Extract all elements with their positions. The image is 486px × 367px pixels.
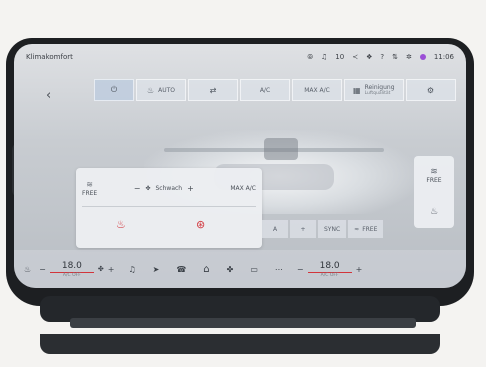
driver-temp-control: − 18.0 A/C OFF ✤ + — [39, 261, 114, 278]
home-icon[interactable]: ⌂ — [203, 264, 209, 275]
driver-temp-value: 18.0 — [61, 260, 82, 271]
fan-decrease-button[interactable]: − — [134, 184, 141, 193]
fan-controls: ≋ FREE − ✤ Schwach + MAX A/C — [82, 180, 256, 197]
passenger-panel: ≋ FREE ♨ — [414, 156, 454, 228]
settings-button[interactable]: ⚙ — [405, 79, 456, 101]
vent-trim — [40, 334, 440, 354]
recirculation-icon: ⇄ — [209, 85, 217, 95]
fan-icon: ✤ — [145, 185, 151, 192]
profile-avatar[interactable] — [419, 54, 426, 60]
fan-nav-icon[interactable]: ✤ — [227, 265, 234, 274]
car-icon[interactable]: ▭ — [250, 265, 258, 274]
clock: 11:06 — [433, 53, 454, 61]
auto-label: AUTO — [158, 86, 176, 94]
passenger-ac-status: A/C OFF — [320, 272, 339, 278]
status-bar: Klimakomfort ⦾ ♫ 10 ≺ ❖ ? ⇅ ✲ 11:06 — [14, 44, 466, 70]
help-icon: ? — [380, 53, 385, 61]
passenger-airflow-icon: ≋ — [430, 167, 438, 178]
navigation-icon[interactable]: ➤ — [153, 265, 160, 274]
passenger-temp-increase[interactable]: + — [356, 265, 363, 274]
volume-level: 10 — [335, 53, 345, 61]
bottom-climate-bar: ♨ − 18.0 A/C OFF ✤ + ♫ ➤ ☎ ⌂ ✤ ▭ ⋯ − 18.… — [14, 250, 466, 288]
page-title: Klimakomfort — [26, 53, 73, 61]
passenger-free-label: FREE — [426, 177, 442, 185]
settings-status-icon: ✲ — [405, 53, 412, 61]
status-icon: ⦾ — [307, 52, 313, 61]
power-button[interactable]: ⏻ — [94, 79, 134, 101]
secondary-control-row: A + SYNC ≈ FREE — [262, 220, 384, 238]
music-icon[interactable]: ♫ — [128, 265, 135, 274]
passenger-temp-control: − 18.0 A/C OFF + — [297, 261, 362, 278]
ac-button[interactable]: A/C — [240, 79, 290, 101]
max-ac-label: MAX A/C — [304, 86, 330, 94]
recirculation-button[interactable]: ⇄ — [188, 79, 238, 101]
air-quality-label: Luftqualität — [364, 91, 391, 96]
cleaning-icon: ▦ — [353, 85, 361, 95]
free-button[interactable]: ≋ FREE — [82, 180, 97, 197]
passenger-temp-value: 18.0 — [319, 260, 340, 271]
partial-button[interactable]: A — [262, 220, 288, 238]
signal-icon: ⇅ — [392, 53, 398, 61]
air-vent-slat[interactable] — [70, 318, 416, 328]
status-icons: ⦾ ♫ 10 ≺ ❖ ? ⇅ ✲ 11:06 — [307, 53, 454, 62]
nav-icons: ♫ ➤ ☎ ⌂ ✤ ▭ ⋯ — [128, 264, 282, 275]
passenger-seat-icon[interactable]: ♨ — [430, 207, 438, 217]
max-ac-panel-button[interactable]: MAX A/C — [230, 185, 256, 192]
cleaning-label: Reinigung — [364, 84, 395, 91]
fan-level-label: Schwach — [155, 185, 183, 192]
sync-label: SYNC — [324, 225, 341, 233]
power-icon: ⏻ — [110, 85, 118, 94]
ac-label: A/C — [259, 86, 271, 94]
add-label: + — [300, 225, 306, 233]
fan-speed-control: − ✤ Schwach + — [134, 184, 194, 193]
bluetooth-icon: ♫ — [320, 53, 328, 61]
back-chevron-icon[interactable]: ‹ — [46, 88, 51, 103]
free-mid-button[interactable]: ≈ FREE — [348, 220, 384, 238]
divider — [82, 206, 256, 207]
wave-icon: ≈ — [354, 225, 360, 233]
speaker-icon: ≺ — [352, 53, 359, 61]
steering-heat-icon[interactable]: ⊛ — [196, 218, 205, 231]
climate-tab-row: ⏻ ♨ AUTO ⇄ A/C MAX A/C ▦ Reinigung Luftq… — [94, 79, 456, 101]
driver-fan-icon: ✤ — [97, 265, 104, 273]
driver-ac-status: A/C OFF — [62, 272, 81, 278]
phone-icon[interactable]: ☎ — [176, 265, 186, 274]
cleaning-button[interactable]: ▦ Reinigung Luftqualität — [344, 79, 404, 101]
connectivity-icon: ❖ — [366, 53, 373, 61]
driver-temp-decrease[interactable]: − — [39, 265, 46, 274]
photo-frame: ▣ ◈ Klimakomfort ⦾ ♫ 10 ≺ ❖ ? ⇅ ✲ 11:06 … — [0, 0, 486, 367]
screen-shape — [264, 138, 298, 160]
infotainment-screen: Klimakomfort ⦾ ♫ 10 ≺ ❖ ? ⇅ ✲ 11:06 ‹ ⏻ … — [14, 44, 466, 288]
sync-button[interactable]: SYNC — [318, 220, 347, 238]
free-label: FREE — [82, 190, 98, 197]
passenger-temp-decrease[interactable]: − — [297, 265, 304, 274]
partial-label: A — [272, 225, 278, 233]
fan-panel: ≋ FREE − ✤ Schwach + MAX A/C ♨ ⊛ — [76, 168, 262, 248]
settings-icon: ⚙ — [426, 85, 435, 95]
free-mid-label: FREE — [362, 225, 378, 233]
passenger-free-button[interactable]: ≋ FREE — [426, 167, 441, 184]
add-button[interactable]: + — [290, 220, 316, 238]
airflow-icon: ≋ — [86, 180, 93, 189]
driver-temp-increase[interactable]: + — [108, 265, 115, 274]
seat-heat-left-icon[interactable]: ♨ — [116, 218, 126, 231]
seat-icon[interactable]: ♨ — [24, 265, 31, 274]
apps-icon[interactable]: ⋯ — [275, 265, 283, 274]
seat-air-icon: ♨ — [146, 85, 155, 95]
auto-button[interactable]: ♨ AUTO — [136, 79, 186, 101]
fan-increase-button[interactable]: + — [187, 184, 194, 193]
max-ac-button[interactable]: MAX A/C — [292, 79, 342, 101]
